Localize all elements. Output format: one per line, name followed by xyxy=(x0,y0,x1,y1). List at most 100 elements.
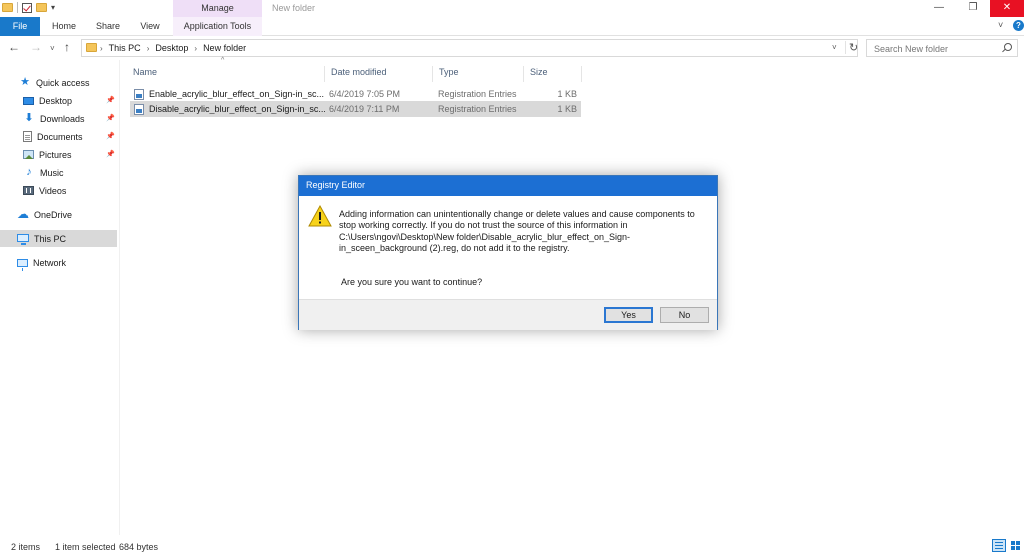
sidebar-item-label: Network xyxy=(33,257,67,268)
sort-ascending-icon: ^ xyxy=(221,57,225,64)
sidebar-item-this-pc[interactable]: This PC xyxy=(0,230,117,247)
column-header-type[interactable]: Type xyxy=(433,66,524,82)
breadcrumb-this-pc[interactable]: This PC xyxy=(109,43,141,53)
file-date-modified: 6/4/2019 7:11 PM xyxy=(329,104,400,114)
file-size: 1 KB xyxy=(557,89,577,99)
breadcrumb-separator-icon[interactable]: › xyxy=(147,44,150,53)
expand-ribbon-chevron-icon[interactable]: ˅ xyxy=(998,20,1003,30)
sidebar-item-downloads[interactable]: ⬇ Downloads 📌 xyxy=(0,110,117,127)
registry-editor-dialog: Registry Editor Adding information can u… xyxy=(298,175,718,330)
sidebar-item-label: Videos xyxy=(39,185,67,196)
pin-icon[interactable]: 📌 xyxy=(106,114,115,122)
close-button[interactable]: ✕ xyxy=(990,0,1024,17)
sidebar-item-label: Documents xyxy=(37,131,83,142)
sidebar-item-documents[interactable]: Documents 📌 xyxy=(0,128,117,145)
breadcrumb-separator-icon[interactable]: › xyxy=(194,44,197,53)
sidebar-item-label: Desktop xyxy=(39,95,73,106)
sidebar-item-label: Music xyxy=(40,167,64,178)
help-icon[interactable]: ? xyxy=(1013,20,1024,31)
registry-file-icon xyxy=(134,104,144,115)
breadcrumb-new-folder[interactable]: New folder xyxy=(203,43,246,53)
sidebar-item-network[interactable]: Network xyxy=(0,254,117,271)
properties-check-icon[interactable] xyxy=(22,2,32,13)
pictures-icon xyxy=(23,150,34,159)
new-folder-icon[interactable] xyxy=(36,3,47,12)
tab-share[interactable]: Share xyxy=(93,17,123,36)
recent-locations-chevron-icon[interactable]: ˅ xyxy=(50,43,55,55)
sidebar-item-quick-access[interactable]: ★ Quick access xyxy=(0,74,117,91)
column-header-size[interactable]: Size xyxy=(524,66,582,82)
customize-toolbar-dropdown-icon[interactable]: ▾ xyxy=(51,3,55,13)
videos-icon xyxy=(23,186,34,195)
sidebar-item-desktop[interactable]: Desktop 📌 xyxy=(0,92,117,109)
pin-icon[interactable]: 📌 xyxy=(106,96,115,104)
search-input[interactable]: Search New folder xyxy=(866,39,1018,57)
column-header-date-modified[interactable]: Date modified xyxy=(325,66,433,82)
search-placeholder: Search New folder xyxy=(874,44,949,54)
sidebar-item-label: Downloads xyxy=(40,113,85,124)
dialog-footer: Yes No xyxy=(299,299,717,330)
dialog-title[interactable]: Registry Editor xyxy=(299,176,717,196)
restore-button[interactable]: ❐ xyxy=(956,0,990,17)
details-view-icon[interactable] xyxy=(992,539,1006,552)
pane-divider[interactable] xyxy=(119,60,120,535)
up-arrow-icon[interactable]: ↑ xyxy=(64,41,70,53)
computer-icon xyxy=(17,234,29,245)
search-icon xyxy=(1004,43,1012,51)
table-row[interactable]: Disable_acrylic_blur_effect_on_Sign-in_s… xyxy=(130,101,581,117)
sidebar-item-label: Pictures xyxy=(39,149,72,160)
folder-icon xyxy=(2,3,13,12)
tab-view[interactable]: View xyxy=(138,17,162,36)
file-date-modified: 6/4/2019 7:05 PM xyxy=(329,89,401,99)
item-count: 2 items xyxy=(11,542,41,552)
quick-access-toolbar: ▾ xyxy=(2,2,55,13)
toolbar-divider xyxy=(17,2,18,13)
file-name: Disable_acrylic_blur_effect_on_Sign-in_s… xyxy=(149,104,325,114)
sidebar-item-videos[interactable]: Videos xyxy=(0,182,117,199)
tab-home[interactable]: Home xyxy=(50,17,78,36)
file-type: Registration Entries xyxy=(438,104,517,114)
window-title: New folder xyxy=(272,3,316,13)
manage-contextual-tab[interactable]: Manage xyxy=(173,0,262,17)
file-size: 1 KB xyxy=(557,104,577,114)
minimize-button[interactable]: — xyxy=(922,0,956,17)
ribbon-tabs: File Home Share View Application Tools ˅… xyxy=(0,17,1024,36)
breadcrumb: › This PC › Desktop › New folder xyxy=(100,43,246,53)
tab-application-tools[interactable]: Application Tools xyxy=(173,17,262,36)
navigation-pane: ★ Quick access Desktop 📌 ⬇ Downloads 📌 D… xyxy=(0,60,122,535)
warning-icon xyxy=(308,205,332,227)
column-header-name[interactable]: Name xyxy=(127,66,325,82)
sidebar-item-onedrive[interactable]: ☁ OneDrive xyxy=(0,206,117,223)
music-note-icon: ♪ xyxy=(26,166,32,178)
sidebar-item-music[interactable]: ♪ Music xyxy=(0,164,117,181)
desktop-folder-icon xyxy=(23,97,34,105)
status-bar: 2 items 1 item selected 684 bytes xyxy=(0,535,1024,555)
address-bar[interactable]: › This PC › Desktop › New folder ˅ ↻ xyxy=(81,39,858,57)
title-bar: ▾ Manage New folder — ❐ ✕ xyxy=(0,0,1024,17)
refresh-icon[interactable]: ↻ xyxy=(845,41,858,54)
sidebar-item-label: This PC xyxy=(34,233,67,244)
no-button[interactable]: No xyxy=(660,307,709,323)
back-arrow-icon[interactable]: ← xyxy=(8,41,20,53)
forward-arrow-icon[interactable]: → xyxy=(30,41,42,53)
sidebar-item-label: Quick access xyxy=(36,77,90,88)
tab-file[interactable]: File xyxy=(0,17,40,36)
download-arrow-icon: ⬇ xyxy=(24,112,34,124)
pin-icon[interactable]: 📌 xyxy=(106,132,115,140)
dialog-message: Adding information can unintentionally c… xyxy=(339,209,695,253)
dialog-body: Adding information can unintentionally c… xyxy=(299,196,717,299)
documents-icon xyxy=(23,131,32,142)
sidebar-item-pictures[interactable]: Pictures 📌 xyxy=(0,146,117,163)
selection-size: 684 bytes xyxy=(119,542,159,552)
large-icons-view-icon[interactable] xyxy=(1009,539,1022,552)
pin-icon[interactable]: 📌 xyxy=(106,150,115,158)
sidebar-item-label: OneDrive xyxy=(34,209,73,220)
breadcrumb-desktop[interactable]: Desktop xyxy=(155,43,188,53)
registry-file-icon xyxy=(134,89,144,100)
table-row[interactable]: Enable_acrylic_blur_effect_on_Sign-in_sc… xyxy=(130,86,581,102)
address-dropdown-icon[interactable]: ˅ xyxy=(832,43,837,52)
cloud-icon: ☁ xyxy=(17,207,29,221)
network-icon xyxy=(17,258,28,271)
breadcrumb-separator-icon: › xyxy=(100,43,103,53)
yes-button[interactable]: Yes xyxy=(604,307,653,323)
